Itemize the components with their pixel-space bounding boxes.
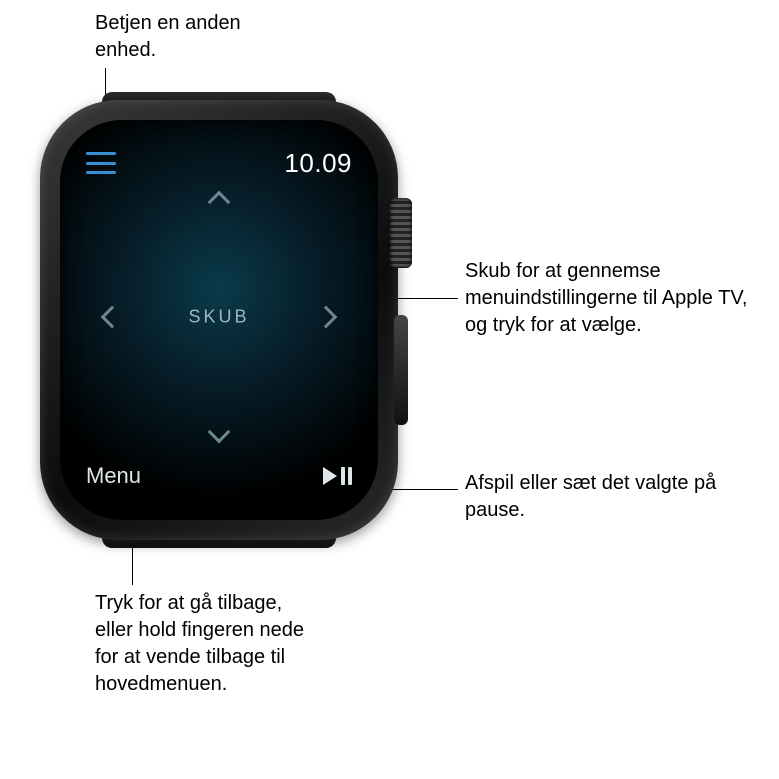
callout-swipe: Skub for at gennemse menuindstillingerne… — [465, 258, 755, 339]
chevron-left-icon — [101, 306, 124, 329]
play-pause-button[interactable] — [323, 467, 352, 485]
clock-time: 10.09 — [284, 148, 352, 179]
apple-watch: 10.09 SKUB Menu — [40, 100, 398, 540]
callout-playpause: Afspil eller sæt det valgte på pause. — [465, 470, 725, 524]
swipe-label: SKUB — [188, 307, 249, 328]
swipe-touchpad[interactable]: SKUB — [60, 190, 378, 444]
menu-button[interactable]: Menu — [86, 463, 141, 489]
side-button[interactable] — [394, 315, 408, 425]
watch-screen: 10.09 SKUB Menu — [60, 120, 378, 520]
callout-menu: Tryk for at gå tilbage, eller hold finge… — [95, 590, 325, 698]
chevron-right-icon — [315, 306, 338, 329]
play-icon — [323, 467, 337, 485]
chevron-down-icon — [208, 421, 231, 444]
digital-crown[interactable] — [390, 198, 412, 268]
callout-devices: Betjen en anden enhed. — [95, 10, 275, 64]
chevron-up-icon — [208, 191, 231, 214]
pause-icon — [341, 467, 352, 485]
devices-list-icon[interactable] — [86, 152, 116, 174]
